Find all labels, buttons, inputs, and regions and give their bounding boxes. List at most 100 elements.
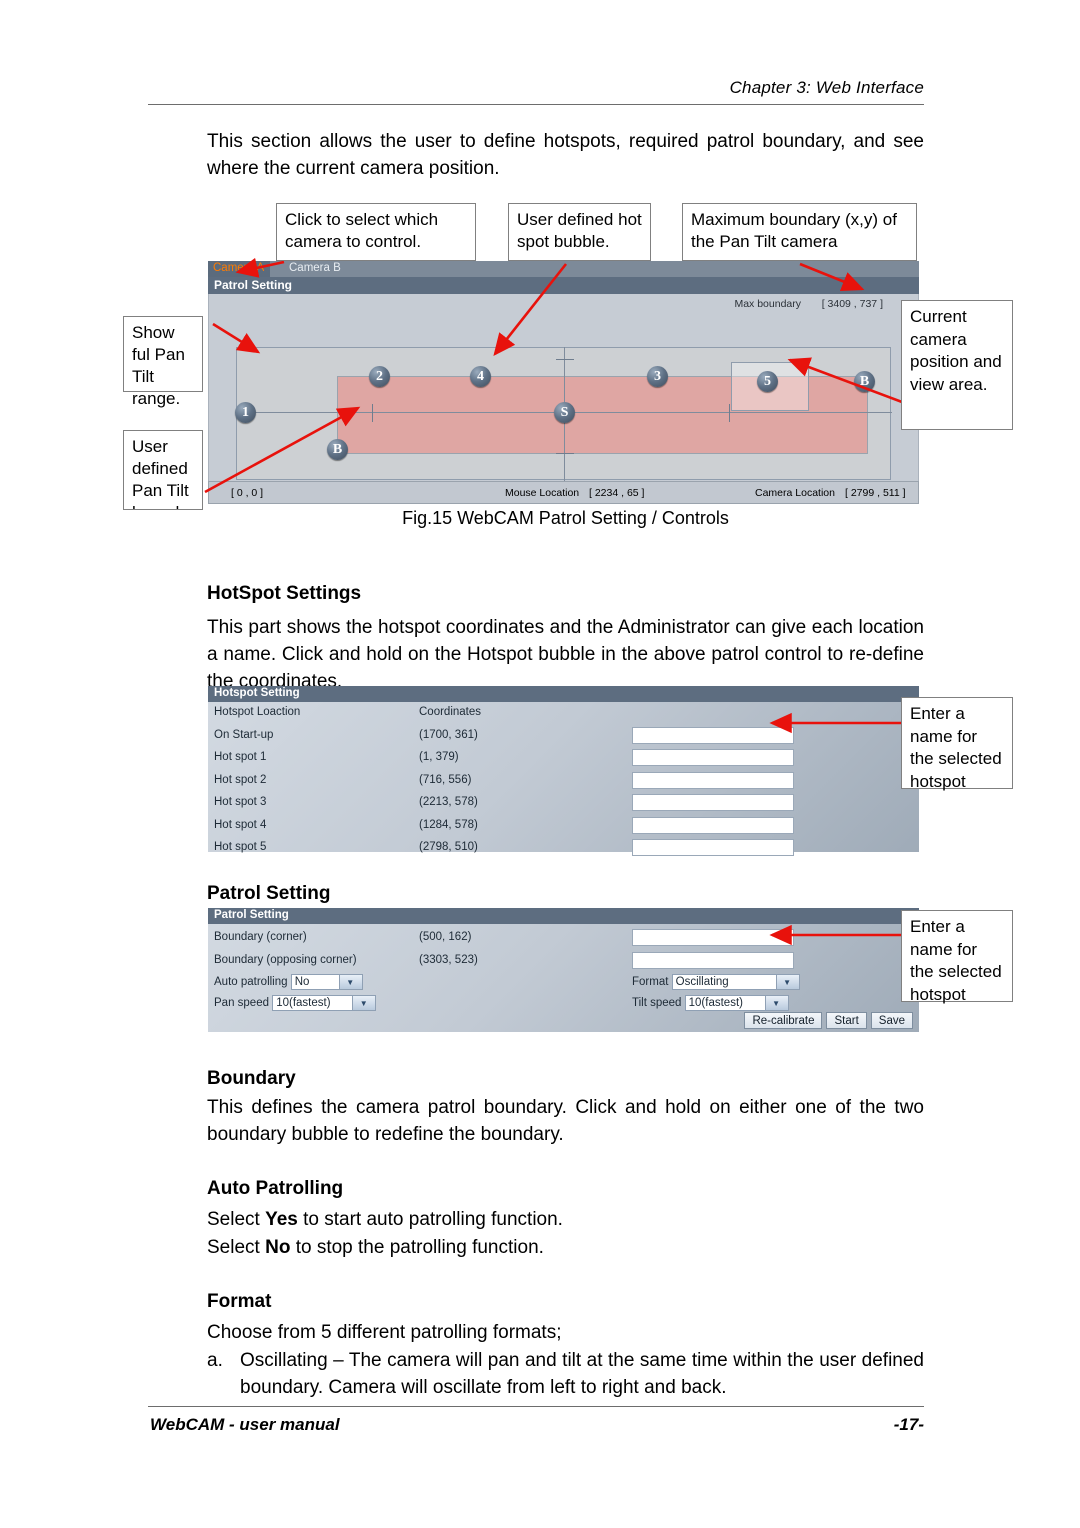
- table-row: On Start-up (1700, 361): [208, 725, 919, 748]
- figure-caption: Fig.15 WebCAM Patrol Setting / Controls: [402, 508, 729, 528]
- hotspot-location: Hot spot 1: [214, 751, 267, 763]
- callout-max-boundary: Maximum boundary (x,y) of the Pan Tilt c…: [682, 203, 917, 261]
- camera-location-label: Camera Location: [755, 487, 835, 499]
- auto-patrolling-row: Auto patrolling No ▼ Format Oscillating …: [208, 972, 919, 993]
- save-button[interactable]: Save: [870, 1012, 913, 1029]
- bubble-3[interactable]: 3: [647, 366, 668, 387]
- hotspot-location: Hot spot 4: [214, 818, 267, 831]
- tilt-speed-label: Tilt speed: [632, 997, 682, 1010]
- patrol-button-row: Re-calibrate Start Save: [744, 1012, 913, 1029]
- pan-speed-label: Pan speed: [214, 997, 269, 1010]
- table-row: Hot spot 4 (1284, 578): [208, 815, 919, 838]
- intro-paragraph: This section allows the user to define h…: [207, 131, 924, 179]
- patrol-status-strip: [ 0 , 0 ] Mouse Location [ 2234 , 65 ] C…: [208, 481, 919, 504]
- hotspot-name-input[interactable]: [632, 749, 794, 766]
- tilt-speed-field: Tilt speed 10(fastest) ▼: [632, 995, 789, 1011]
- speed-row: Pan speed 10(fastest) ▼ Tilt speed 10(fa…: [208, 993, 919, 1014]
- format-list-item-a: a. Oscillating – The camera will pan and…: [207, 1347, 924, 1401]
- chapter-header: Chapter 3: Web Interface: [729, 78, 924, 97]
- pan-speed-select[interactable]: 10(fastest) ▼: [272, 995, 377, 1011]
- patrol-control-screenshot: Camera A Camera B Patrol Setting 1 2 4 3…: [208, 261, 919, 504]
- bubble-5[interactable]: 5: [757, 371, 778, 392]
- callout-enter-patrol-name: Enter a name for the selected hotspot: [901, 910, 1013, 1004]
- pan-speed-field: Pan speed 10(fastest) ▼: [214, 995, 377, 1011]
- auto-patrolling-field: Auto patrolling No ▼: [214, 974, 363, 990]
- auto-patrolling-line-1: Select Yes to start auto patrolling func…: [207, 1206, 924, 1233]
- tab-camera-b[interactable]: Camera B: [284, 261, 347, 277]
- hotspot-name-input[interactable]: [632, 839, 794, 856]
- hotspot-name-input[interactable]: [632, 771, 794, 789]
- auto-patrolling-heading: Auto Patrolling: [207, 1178, 344, 1199]
- bubble-4[interactable]: 4: [470, 366, 491, 387]
- start-button[interactable]: Start: [826, 1012, 867, 1029]
- patrol-setting-heading: Patrol Setting: [207, 883, 331, 904]
- manual-page: Chapter 3: Web Interface This section al…: [0, 0, 1080, 1528]
- bubble-2[interactable]: 2: [369, 366, 390, 387]
- camera-location-value: [ 2799 , 511 ]: [845, 487, 906, 499]
- column-header-location: Hotspot Loaction: [214, 706, 301, 718]
- hotspot-panel-title: Hotspot Setting: [208, 686, 919, 702]
- bubble-boundary-left[interactable]: B: [327, 439, 348, 460]
- boundary-heading: Boundary: [207, 1068, 296, 1089]
- max-boundary-label: Max boundary: [734, 298, 801, 310]
- camera-tabbar: Camera A Camera B: [208, 261, 919, 277]
- column-header-coordinates: Coordinates: [419, 706, 482, 718]
- patrol-panel-title: Patrol Setting: [208, 908, 919, 924]
- bubble-start[interactable]: S: [554, 402, 575, 423]
- hotspot-coordinates: (1, 379): [419, 751, 459, 763]
- format-select[interactable]: Oscillating ▼: [671, 974, 800, 990]
- patrol-setting-panel: Patrol Setting Boundary (corner) (500, 1…: [208, 908, 919, 1032]
- chevron-down-icon: ▼: [338, 975, 362, 989]
- recalibrate-button[interactable]: Re-calibrate: [744, 1012, 823, 1029]
- bubble-boundary-right[interactable]: B: [854, 371, 875, 392]
- callout-show-full-range: Show ful Pan Tilt range.: [123, 316, 203, 408]
- format-intro: Choose from 5 different patrolling forma…: [207, 1322, 562, 1343]
- bubble-1[interactable]: 1: [235, 402, 256, 423]
- boundary-corner-input[interactable]: [632, 929, 794, 946]
- boundary-corner-label: Boundary (corner): [214, 931, 307, 943]
- auto-patrolling-yes: Yes: [265, 1209, 298, 1230]
- hotspot-name-input[interactable]: [632, 794, 794, 811]
- format-field: Format Oscillating ▼: [632, 974, 800, 990]
- tick-left: [372, 404, 373, 422]
- hotspot-name-input[interactable]: [632, 726, 794, 744]
- origin-value: [ 0 , 0 ]: [231, 487, 264, 499]
- tick-top: [556, 359, 574, 360]
- hotspot-setting-panel: Hotspot Setting Hotspot Loaction Coordin…: [208, 686, 919, 856]
- hotspot-coordinates: (1284, 578): [419, 818, 478, 831]
- hotspot-name-input[interactable]: [632, 816, 794, 834]
- auto-patrolling-line1-post: to start auto patrolling function.: [297, 1209, 563, 1230]
- format-item-text: Oscillating – The camera will pan and ti…: [240, 1350, 924, 1398]
- patrol-panel-title: Patrol Setting: [208, 277, 919, 294]
- chevron-down-icon: ▼: [764, 996, 788, 1010]
- hotspot-table-header: Hotspot Loaction Coordinates: [208, 702, 919, 725]
- callout-current-camera-position: Current camera position and view area.: [901, 300, 1013, 430]
- patrol-canvas[interactable]: 1 2 4 3 5 B B S: [208, 294, 919, 481]
- header-divider: [148, 104, 924, 105]
- tick-right: [729, 404, 730, 422]
- footer-right-text: -17-: [893, 1415, 924, 1434]
- table-row: Hot spot 1 (1, 379): [208, 747, 919, 770]
- chevron-down-icon: ▼: [352, 996, 376, 1010]
- auto-patrolling-select[interactable]: No ▼: [290, 974, 363, 990]
- table-row: Hot spot 5 (2798, 510): [208, 837, 919, 860]
- tab-camera-a[interactable]: Camera A: [208, 261, 271, 277]
- hotspot-coordinates: (2798, 510): [419, 841, 478, 853]
- auto-patrolling-line1-pre: Select: [207, 1209, 266, 1230]
- table-row: Hot spot 3 (2213, 578): [208, 792, 919, 815]
- format-heading: Format: [207, 1291, 272, 1312]
- hotspot-settings-heading: HotSpot Settings: [207, 583, 362, 604]
- hotspot-coordinates: (1700, 361): [419, 728, 478, 741]
- max-boundary-value: [ 3409 , 737 ]: [821, 298, 883, 310]
- hotspot-location: Hot spot 3: [214, 796, 267, 808]
- table-row: Hot spot 2 (716, 556): [208, 770, 919, 793]
- auto-patrolling-label: Auto patrolling: [214, 976, 288, 989]
- tilt-speed-select[interactable]: 10(fastest) ▼: [684, 995, 789, 1011]
- boundary-opposing-coordinates: (3303, 523): [419, 953, 478, 966]
- format-label: Format: [632, 976, 669, 989]
- boundary-opposing-label: Boundary (opposing corner): [214, 953, 357, 966]
- boundary-paragraph: This defines the camera patrol boundary.…: [207, 1097, 924, 1145]
- callout-user-defined-boundary: User defined Pan Tilt boundary: [123, 430, 203, 510]
- boundary-opposing-input[interactable]: [632, 951, 794, 969]
- pan-speed-value: 10(fastest): [276, 997, 331, 1009]
